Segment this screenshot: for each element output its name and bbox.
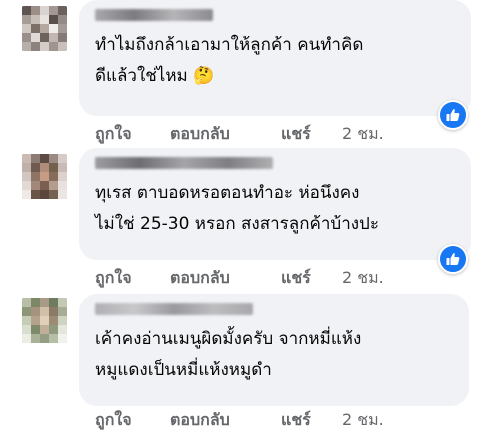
timestamp[interactable]: 2 ชม.	[342, 408, 384, 433]
reaction-like[interactable]	[438, 100, 468, 130]
comment-bubble: เค้าคงอ่านเมนูผิดมั้งครับ จากหมี่แห้ง หม…	[79, 294, 469, 406]
author-name[interactable]	[95, 157, 273, 169]
comment-text-line: หมูแดงเป็นหมี่แห้งหมูดำ	[95, 360, 272, 380]
comment-text-line: เค้าคงอ่านเมนูผิดมั้งครับ จากหมี่แห้ง	[95, 329, 362, 349]
comment-text-line: ทำไมถึงกล้าเอามาให้ลูกค้า คนทำคิด	[95, 35, 364, 55]
like-link[interactable]: ถูกใจ	[95, 122, 132, 147]
share-link[interactable]: แชร์	[281, 122, 311, 147]
reaction-like[interactable]	[438, 244, 468, 274]
avatar[interactable]	[22, 298, 67, 343]
like-link[interactable]: ถูกใจ	[95, 266, 132, 291]
comment: ทำไมถึงกล้าเอามาให้ลูกค้า คนทำคิด ดีแล้ว…	[0, 0, 489, 146]
timestamp[interactable]: 2 ชม.	[342, 266, 384, 291]
comment-text: ทำไมถึงกล้าเอามาให้ลูกค้า คนทำคิด ดีแล้ว…	[95, 30, 363, 92]
reply-link[interactable]: ตอบกลับ	[170, 122, 230, 147]
avatar[interactable]	[22, 154, 67, 199]
comment-bubble: ทำไมถึงกล้าเอามาให้ลูกค้า คนทำคิด ดีแล้ว…	[79, 0, 471, 116]
timestamp[interactable]: 2 ชม.	[342, 122, 384, 147]
reply-link[interactable]: ตอบกลับ	[170, 266, 230, 291]
thumbs-up-icon	[446, 109, 460, 121]
share-link[interactable]: แชร์	[281, 266, 311, 291]
comment: ทุเรส ตาบอดหรอตอนทำอะ ห่อนึงคง ไม่ใช่ 25…	[0, 148, 489, 294]
avatar[interactable]	[22, 6, 67, 51]
thumbs-up-icon	[446, 253, 460, 265]
comment-text-line: ไม่ใช่ 25-30 หรอก สงสารลูกค้าบ้างปะ	[95, 214, 379, 234]
share-link[interactable]: แชร์	[281, 408, 311, 433]
comment-text-line: ดีแล้วใช่ไหม 🤔	[95, 66, 215, 86]
comment: เค้าคงอ่านเมนูผิดมั้งครับ จากหมี่แห้ง หม…	[0, 292, 489, 438]
comment-bubble: ทุเรส ตาบอดหรอตอนทำอะ ห่อนึงคง ไม่ใช่ 25…	[79, 148, 471, 260]
comment-text: ทุเรส ตาบอดหรอตอนทำอะ ห่อนึงคง ไม่ใช่ 25…	[95, 178, 379, 240]
author-name[interactable]	[95, 303, 253, 315]
like-link[interactable]: ถูกใจ	[95, 408, 132, 433]
comment-text-line: ทุเรส ตาบอดหรอตอนทำอะ ห่อนึงคง	[95, 183, 360, 203]
author-name[interactable]	[95, 9, 213, 21]
comment-text: เค้าคงอ่านเมนูผิดมั้งครับ จากหมี่แห้ง หม…	[95, 324, 361, 386]
reply-link[interactable]: ตอบกลับ	[170, 408, 230, 433]
